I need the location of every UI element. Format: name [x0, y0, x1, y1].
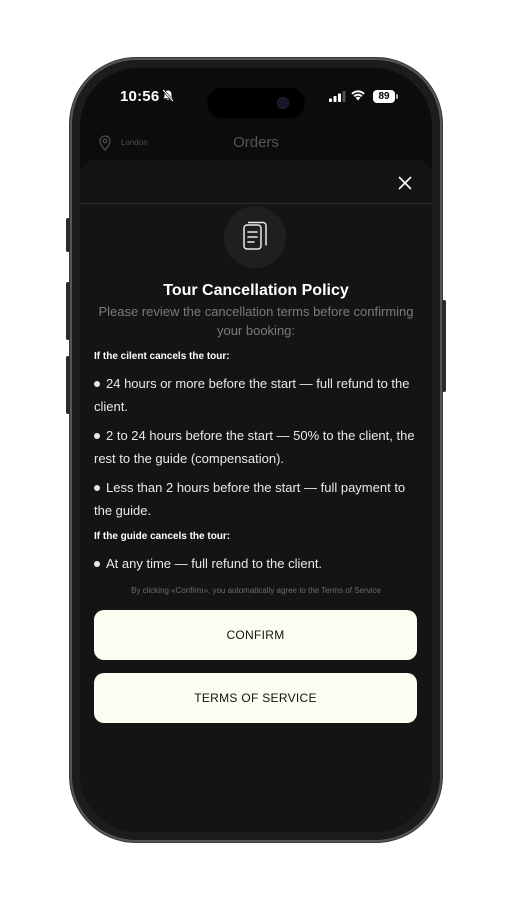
guide-section-heading: If the guide cancels the tour: — [94, 531, 231, 542]
client-section-heading: If the cilent cancels the tour: — [94, 351, 230, 362]
cancellation-policy-sheet: Tour Cancellation Policy Please review t… — [80, 160, 432, 832]
rule-text: At any time — full refund to the client. — [106, 556, 323, 571]
terms-of-service-button[interactable]: TERMS OF SERVICE — [94, 673, 417, 723]
sheet-divider — [80, 203, 432, 204]
client-rule-3: Less than 2 hours before the start — ful… — [94, 476, 418, 522]
volume-down-button — [66, 356, 70, 414]
policy-title: Tour Cancellation Policy — [163, 282, 349, 299]
battery-indicator: 89 — [373, 90, 395, 103]
policy-subtitle: Please review the cancellation terms bef… — [98, 304, 414, 338]
confirm-button[interactable]: CONFIRM — [94, 610, 417, 660]
bullet — [94, 380, 100, 387]
document-icon — [243, 221, 267, 250]
rule-text: 2 to 24 hours before the start — 50% to … — [94, 428, 415, 466]
rule-text: Less than 2 hours before the start — ful… — [94, 480, 406, 518]
wifi-icon — [351, 90, 365, 101]
battery-tip — [396, 94, 398, 99]
cellular-signal-icon — [329, 91, 346, 102]
document-icon-badge — [224, 206, 286, 268]
front-camera — [277, 97, 289, 109]
bullet — [94, 432, 100, 439]
guide-rule-1: At any time — full refund to the client. — [94, 552, 418, 575]
rule-text: 24 hours or more before the start — full… — [94, 376, 410, 414]
orders-title: Orders — [233, 134, 279, 151]
volume-up-button — [66, 282, 70, 340]
phone-screen: 10:56 89 London Orders Tour Cancellation… — [80, 68, 432, 832]
bell-slash-icon — [162, 89, 174, 102]
action-button — [66, 218, 70, 252]
client-rule-1: 24 hours or more before the start — full… — [94, 372, 418, 418]
close-icon[interactable] — [396, 174, 414, 192]
bullet — [94, 560, 100, 567]
power-button — [442, 300, 446, 392]
dynamic-island — [207, 88, 305, 118]
bullet — [94, 484, 100, 491]
client-rule-2: 2 to 24 hours before the start — 50% to … — [94, 424, 418, 470]
status-time: 10:56 — [120, 88, 160, 105]
terms-agreement-note: By clicking «Confirm», you automatically… — [131, 586, 381, 595]
